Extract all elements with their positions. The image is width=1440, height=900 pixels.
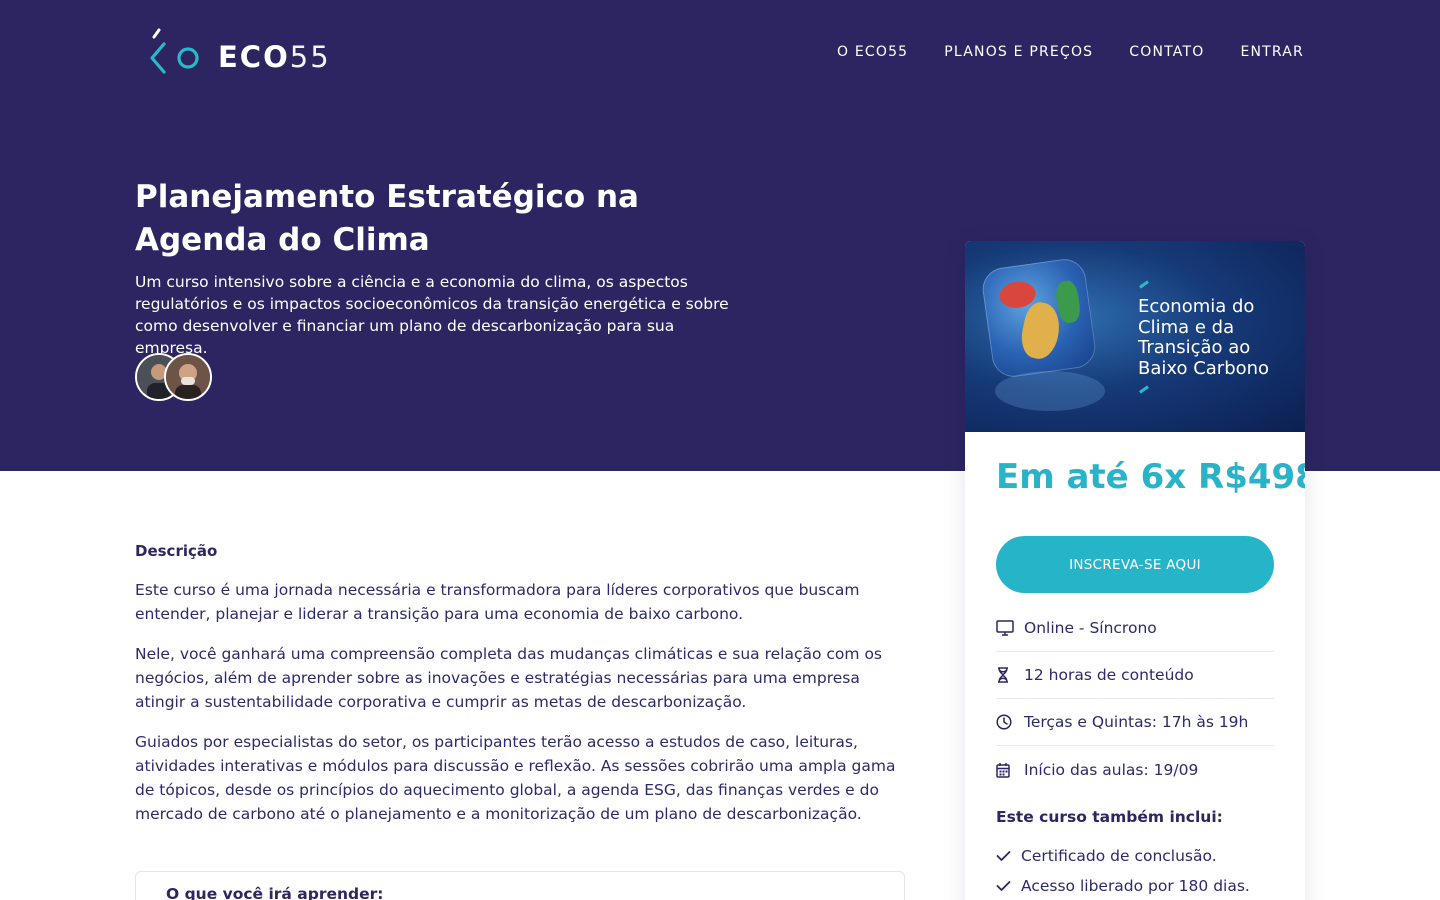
- avatar[interactable]: [164, 353, 212, 401]
- globe-icon: [979, 256, 1099, 380]
- feature-text: Terças e Quintas: 17h às 19h: [1024, 713, 1249, 731]
- person-icon: [166, 355, 210, 399]
- instructor-avatars: [135, 353, 225, 401]
- feature-item: 12 horas de conteúdo: [996, 652, 1274, 699]
- nav-planos-e-precos[interactable]: PLANOS E PREÇOS: [944, 44, 1093, 60]
- monitor-icon: [996, 620, 1024, 636]
- price: Em até 6x R$498: [996, 457, 1305, 497]
- description-paragraph: Este curso é uma jornada necessária e tr…: [135, 581, 860, 623]
- eco55-logo[interactable]: ECO55: [148, 28, 358, 76]
- feature-item: Início das aulas: 19/09: [996, 746, 1274, 793]
- course-cover-image: Economia do Clima e da Transição ao Baix…: [965, 241, 1305, 432]
- logo-wordmark-light: 55: [289, 40, 331, 74]
- includes-list: Certificado de conclusão. Acesso liberad…: [996, 841, 1274, 900]
- feature-item: Terças e Quintas: 17h às 19h: [996, 699, 1274, 746]
- feature-item: Online - Síncrono: [996, 605, 1274, 652]
- main-nav: O ECO55 PLANOS E PREÇOS CONTATO ENTRAR: [837, 44, 1304, 60]
- hourglass-icon: [996, 667, 1024, 683]
- include-text: Certificado de conclusão.: [1021, 847, 1217, 865]
- cover-image-caption: Economia do Clima e da Transição ao Baix…: [1138, 296, 1270, 379]
- description-label: Descrição: [135, 542, 218, 560]
- logo-mark-icon: [150, 28, 199, 74]
- enroll-button[interactable]: INSCREVA-SE AQUI: [996, 536, 1274, 593]
- calendar-icon: [996, 762, 1024, 778]
- feature-text: 12 horas de conteúdo: [1024, 666, 1194, 684]
- course-features-list: Online - Síncrono 12 horas de conteúdo T…: [996, 605, 1274, 793]
- course-title: Planejamento Estratégico na Agenda do Cl…: [135, 179, 639, 258]
- nav-o-eco55[interactable]: O ECO55: [837, 44, 908, 60]
- check-icon: [996, 850, 1021, 862]
- nav-entrar[interactable]: ENTRAR: [1240, 44, 1304, 60]
- check-icon: [996, 880, 1021, 892]
- logo-wordmark: ECO55: [218, 40, 331, 74]
- learning-outcomes-title: O que você irá aprender:: [166, 885, 384, 900]
- feature-text: Online - Síncrono: [1024, 619, 1157, 637]
- clock-icon: [996, 714, 1024, 730]
- logo-wordmark-bold: ECO: [218, 40, 290, 74]
- description-paragraph: Guiados por especialistas do setor, os p…: [135, 733, 896, 823]
- feature-text: Início das aulas: 19/09: [1024, 760, 1199, 779]
- includes-title: Este curso também inclui:: [996, 808, 1223, 826]
- course-subtitle: Um curso intensivo sobre a ciência e a e…: [135, 273, 729, 357]
- purchase-card: Economia do Clima e da Transição ao Baix…: [965, 241, 1305, 900]
- nav-contato[interactable]: CONTATO: [1129, 44, 1204, 60]
- learning-outcomes-box: O que você irá aprender:: [135, 871, 905, 900]
- include-text: Acesso liberado por 180 dias.: [1021, 877, 1250, 895]
- include-item: Acesso liberado por 180 dias.: [996, 871, 1274, 900]
- include-item: Certificado de conclusão.: [996, 841, 1274, 871]
- description-paragraph: Nele, você ganhará uma compreensão compl…: [135, 645, 883, 711]
